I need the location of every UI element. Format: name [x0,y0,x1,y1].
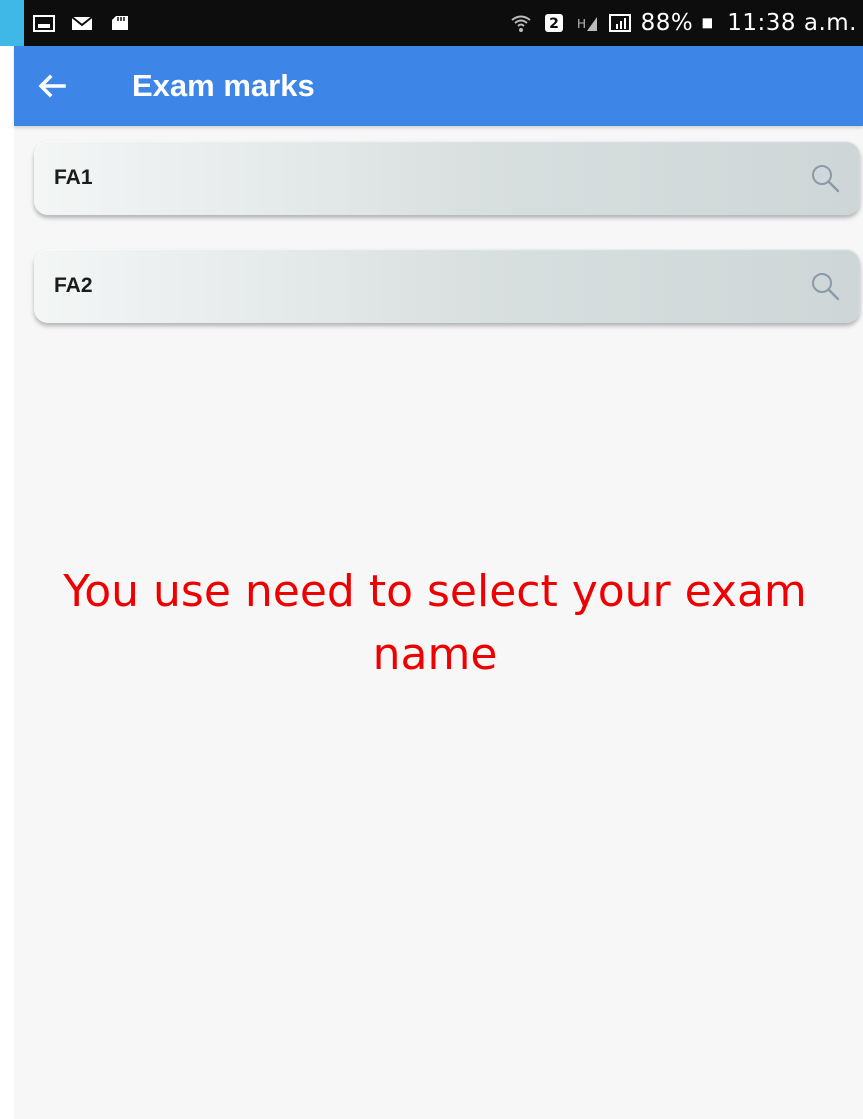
sd-card-icon [112,16,128,30]
status-left-icons [32,13,132,33]
exam-field-fa2[interactable]: FA2 [34,249,860,323]
app-bar: Exam marks [14,46,863,126]
back-button[interactable] [32,66,72,106]
mail-icon [71,16,93,30]
image-icon [33,15,55,32]
exam-label: FA1 [54,166,93,189]
arrow-left-icon [38,74,66,98]
wifi-icon [511,15,531,32]
signal-bars-icon [608,14,631,32]
status-bar: 2 H 88% 11:38 a.m. [0,0,863,46]
search-icon[interactable] [808,161,842,195]
exam-field-fa1[interactable]: FA1 [34,141,860,215]
clock: 11:38 a.m. [727,10,857,36]
search-icon[interactable] [808,269,842,303]
battery-percent: 88% [640,10,694,36]
sim-2-icon: 2 [544,14,563,32]
corner-accent [0,0,24,46]
svg-text:2: 2 [549,16,559,32]
status-right-icons: 2 H 88% 11:38 a.m. [509,10,857,36]
svg-text:H: H [577,17,586,31]
signal-icon: H [577,17,597,31]
instruction-text: You use need to select your exam name [63,566,807,680]
battery-icon [702,18,713,29]
page-title: Exam marks [132,68,315,103]
left-border [0,46,14,1119]
screen: 2 H 88% 11:38 a.m. Exam marks FA1 FA2 Yo… [0,0,863,1119]
exam-label: FA2 [54,274,93,297]
